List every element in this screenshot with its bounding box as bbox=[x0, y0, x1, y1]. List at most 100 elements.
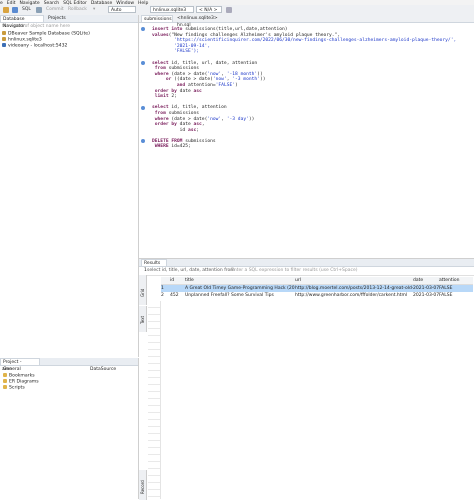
code-token: id, title, attention bbox=[171, 105, 227, 111]
text-view-tab[interactable]: Text bbox=[139, 306, 147, 332]
results-filter-input[interactable]: Enter a SQL expression to filter results… bbox=[231, 267, 358, 275]
code-token: date bbox=[179, 88, 194, 94]
database-icon bbox=[2, 37, 6, 41]
navigator-icon[interactable] bbox=[12, 7, 18, 13]
code-token: ) bbox=[235, 82, 238, 88]
code-token: 'now' bbox=[212, 77, 227, 83]
project-col-datasource: DataSource bbox=[90, 367, 117, 372]
tab-projects[interactable]: Projects bbox=[46, 15, 72, 22]
code-token: asc bbox=[193, 88, 202, 94]
code-token: where bbox=[152, 116, 172, 122]
search-icon[interactable] bbox=[226, 7, 232, 13]
code-token: id bbox=[152, 127, 188, 133]
editor-tabs: submissions <hnlinux.sqlite3> hn.sql bbox=[139, 15, 474, 28]
code-token: (date > date( bbox=[171, 116, 208, 122]
code-line: WHERE id=425; bbox=[152, 144, 474, 150]
code-token: id, title, url, date, attention bbox=[171, 60, 258, 66]
tab-project-general[interactable]: Project - General bbox=[0, 358, 40, 372]
column-header-id[interactable]: id bbox=[170, 277, 184, 284]
column-header-date[interactable]: date bbox=[413, 277, 439, 284]
code-token: from bbox=[152, 110, 169, 116]
column-header-url[interactable]: url bbox=[295, 277, 413, 284]
code-token: limit bbox=[152, 94, 172, 100]
transaction-mode-button[interactable]: ▾ bbox=[93, 6, 95, 13]
statement-marker-icon bbox=[141, 27, 145, 31]
database-navigator-panel: Database Navigator Projects ter a part o… bbox=[0, 15, 139, 357]
connection-selector[interactable]: hnlinux.sqlite3 bbox=[150, 6, 194, 13]
code-token: 'https://scientificinquirer.com/2022/06/… bbox=[152, 38, 457, 44]
project-tree: Bookmarks ER Diagrams Scripts bbox=[0, 373, 138, 391]
code-token: , bbox=[201, 122, 205, 128]
sql-code[interactable]: insert into submissions(title,url,date,a… bbox=[152, 27, 474, 150]
code-token: 2; bbox=[171, 94, 177, 100]
code-token: ; bbox=[196, 127, 200, 133]
results-filter-bar: select id, title, url, date, attention f… bbox=[139, 267, 474, 276]
tree-item-videoany[interactable]: videoany - localhost:5432 bbox=[2, 43, 138, 49]
column-header-title[interactable]: title bbox=[185, 277, 295, 284]
transaction-icon[interactable] bbox=[36, 7, 42, 13]
results-tabs: Results 1 bbox=[139, 259, 474, 273]
code-token: from bbox=[152, 66, 169, 72]
project-item-scripts[interactable]: Scripts bbox=[3, 385, 138, 391]
code-token: insert into bbox=[152, 27, 186, 32]
project-header: ame DataSource bbox=[0, 366, 138, 373]
bookmark-folder-icon bbox=[3, 373, 7, 377]
navigator-tree: DBeaver Sample Database (SQLite) hnlinux… bbox=[0, 31, 138, 49]
statement-marker-icon bbox=[141, 106, 145, 110]
code-token: and bbox=[152, 82, 188, 88]
code-token: ((date > date( bbox=[174, 77, 213, 83]
tab-hn-sql[interactable]: <hnlinux.sqlite3> hn.sql bbox=[175, 15, 233, 28]
navigator-tabs: Database Navigator Projects bbox=[0, 15, 138, 29]
commit-button[interactable]: Commit bbox=[46, 6, 64, 13]
grid-view-tab[interactable]: Grid bbox=[139, 275, 147, 305]
code-token: ("New findings challenges Alzheimer's am… bbox=[168, 32, 341, 38]
statement-marker-icon bbox=[141, 139, 145, 143]
code-token: '-3 day' bbox=[226, 116, 249, 122]
tab-submissions[interactable]: submissions bbox=[141, 15, 173, 22]
column-header-attention[interactable]: attention bbox=[439, 277, 473, 284]
code-token: date bbox=[179, 122, 194, 128]
code-token: submissions(title,url,date,attention) bbox=[185, 27, 288, 32]
tab-database-navigator[interactable]: Database Navigator bbox=[0, 15, 44, 29]
code-token: (date > date( bbox=[171, 71, 208, 77]
table-row[interactable]: 2 452 Unplanned Freefall? Some Survival … bbox=[161, 292, 473, 299]
code-token: order by bbox=[152, 88, 180, 94]
code-token: submissions bbox=[168, 66, 200, 72]
sql-button[interactable]: SQL bbox=[22, 6, 31, 13]
results-panel: Results 1 select id, title, url, date, a… bbox=[139, 258, 474, 500]
code-token: )) bbox=[257, 71, 263, 77]
project-panel: Project - General ame DataSource Bookmar… bbox=[0, 358, 139, 499]
rollback-button[interactable]: Rollback bbox=[68, 6, 87, 13]
er-diagram-folder-icon bbox=[3, 379, 7, 383]
results-header-row: id title url date attention bbox=[161, 277, 473, 285]
code-token: '-18 month' bbox=[226, 71, 258, 77]
code-token: asc bbox=[193, 122, 202, 128]
code-token: submissions bbox=[168, 110, 200, 116]
code-token: '-3 month' bbox=[232, 77, 260, 83]
code-token: 'now' bbox=[207, 71, 222, 77]
postgres-icon bbox=[2, 43, 6, 47]
schema-selector[interactable]: < N/A > bbox=[196, 6, 222, 13]
code-token: values bbox=[152, 32, 169, 38]
project-col-name: ame bbox=[2, 367, 12, 372]
results-query-text: select id, title, url, date, attention f… bbox=[147, 268, 235, 273]
code-token: 'FALSE' bbox=[215, 82, 236, 88]
statement-marker-icon bbox=[141, 61, 145, 65]
code-token: WHERE bbox=[152, 144, 172, 150]
table-row[interactable]: 1 A Great Old Timey Game-Programming Hac… bbox=[161, 285, 473, 292]
code-token: where bbox=[152, 71, 172, 77]
editor-gutter bbox=[141, 27, 149, 257]
code-token: id=425; bbox=[171, 144, 191, 150]
tab-results-1[interactable]: Results 1 bbox=[141, 259, 167, 273]
code-token: 'FALSE'); bbox=[152, 49, 200, 55]
code-token: attention= bbox=[187, 82, 216, 88]
row-number-gutter bbox=[148, 301, 161, 499]
code-token: select bbox=[152, 60, 172, 66]
code-token: or bbox=[152, 77, 175, 83]
code-token: 'now' bbox=[207, 116, 222, 122]
code-token: )) bbox=[259, 77, 266, 83]
new-connection-icon[interactable] bbox=[3, 7, 9, 13]
code-token: )) bbox=[248, 116, 255, 122]
record-view-tab[interactable]: Record bbox=[139, 470, 147, 500]
auto-commit-combo[interactable]: Auto bbox=[108, 6, 136, 13]
